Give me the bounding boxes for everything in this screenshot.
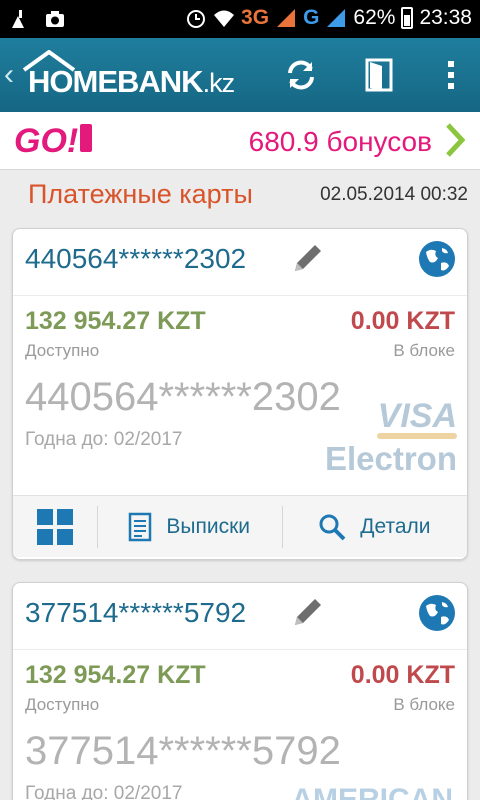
logo-main-text: HOMEBANK	[28, 64, 204, 99]
card-number: 377514******5792	[25, 597, 247, 628]
statements-button[interactable]: Выписки	[96, 496, 282, 557]
pencil-icon[interactable]	[287, 591, 329, 633]
back-chevron-icon[interactable]: ‹	[4, 58, 14, 92]
go-badge-icon	[80, 124, 92, 152]
card-expiry: Годна до: 02/2017	[25, 783, 183, 800]
card-expiry: Годна до: 02/2017	[25, 429, 183, 450]
wifi-icon	[214, 10, 235, 27]
grid-button[interactable]	[13, 496, 97, 557]
camera-icon	[46, 11, 64, 27]
details-label: Детали	[360, 514, 431, 538]
available-amount: 132 954.27 KZT	[25, 661, 206, 689]
grid-icon	[36, 508, 73, 545]
battery-percent: 62%	[353, 6, 396, 29]
available-label: Доступно	[25, 341, 100, 360]
refresh-button[interactable]	[278, 52, 324, 98]
battery-icon	[401, 7, 414, 29]
blocked-amount: 0.00 KZT	[350, 661, 455, 689]
amex-logo: AMERICAN	[291, 783, 453, 800]
page-title: Платежные карты	[28, 179, 253, 209]
blocked-label: В блоке	[393, 695, 455, 714]
network-3g: 3G	[241, 6, 270, 29]
clock: 23:38	[419, 6, 472, 29]
door-icon	[365, 58, 393, 92]
timestamp: 02.05.2014 00:32	[320, 184, 468, 205]
globe-icon[interactable]	[417, 593, 457, 633]
status-bar: 3G G 62% 23:38	[0, 0, 480, 38]
blocked-label: В блоке	[393, 341, 455, 360]
network-g: G	[303, 6, 320, 29]
overflow-menu-button[interactable]	[428, 52, 474, 98]
logo-suffix-text: .kz	[202, 68, 236, 98]
blocked-amount: 0.00 KZT	[350, 307, 455, 335]
card-number-large: 377514******5792	[25, 729, 341, 773]
available-amount: 132 954.27 KZT	[25, 307, 206, 335]
search-icon	[319, 514, 346, 540]
app-bar: ‹ HOMEBANK.kz	[0, 38, 480, 112]
signal-icon-2	[327, 9, 346, 27]
more-vertical-icon	[448, 61, 454, 89]
details-button[interactable]: Детали	[281, 496, 467, 557]
signal-icon	[277, 9, 296, 27]
cleaner-icon	[12, 10, 24, 28]
visa-electron-logo: VISA Electron	[324, 397, 457, 477]
bonus-bar[interactable]: GO! 680.9 бонусов	[0, 112, 480, 170]
refresh-icon	[288, 60, 314, 90]
card-actions: Выписки Детали	[13, 495, 467, 557]
card-number-large: 440564******2302	[25, 375, 341, 419]
section-header: Платежные карты 02.05.2014 00:32	[0, 170, 480, 218]
pencil-icon[interactable]	[287, 237, 329, 279]
statements-label: Выписки	[166, 514, 251, 538]
bonus-balance: 680.9 бонусов	[248, 126, 432, 157]
logout-button[interactable]	[356, 52, 402, 98]
document-icon	[129, 512, 152, 541]
chevron-right-icon	[446, 123, 466, 157]
available-label: Доступно	[25, 695, 100, 714]
alarm-icon	[187, 10, 206, 28]
card-number: 440564******2302	[25, 243, 247, 274]
globe-icon[interactable]	[417, 239, 457, 279]
go-logo: GO!	[14, 122, 79, 160]
card-item[interactable]: 440564******2302 132 954.27 KZT Доступно…	[12, 228, 468, 560]
card-item[interactable]: 377514******5792 132 954.27 KZT Доступно…	[12, 582, 468, 800]
